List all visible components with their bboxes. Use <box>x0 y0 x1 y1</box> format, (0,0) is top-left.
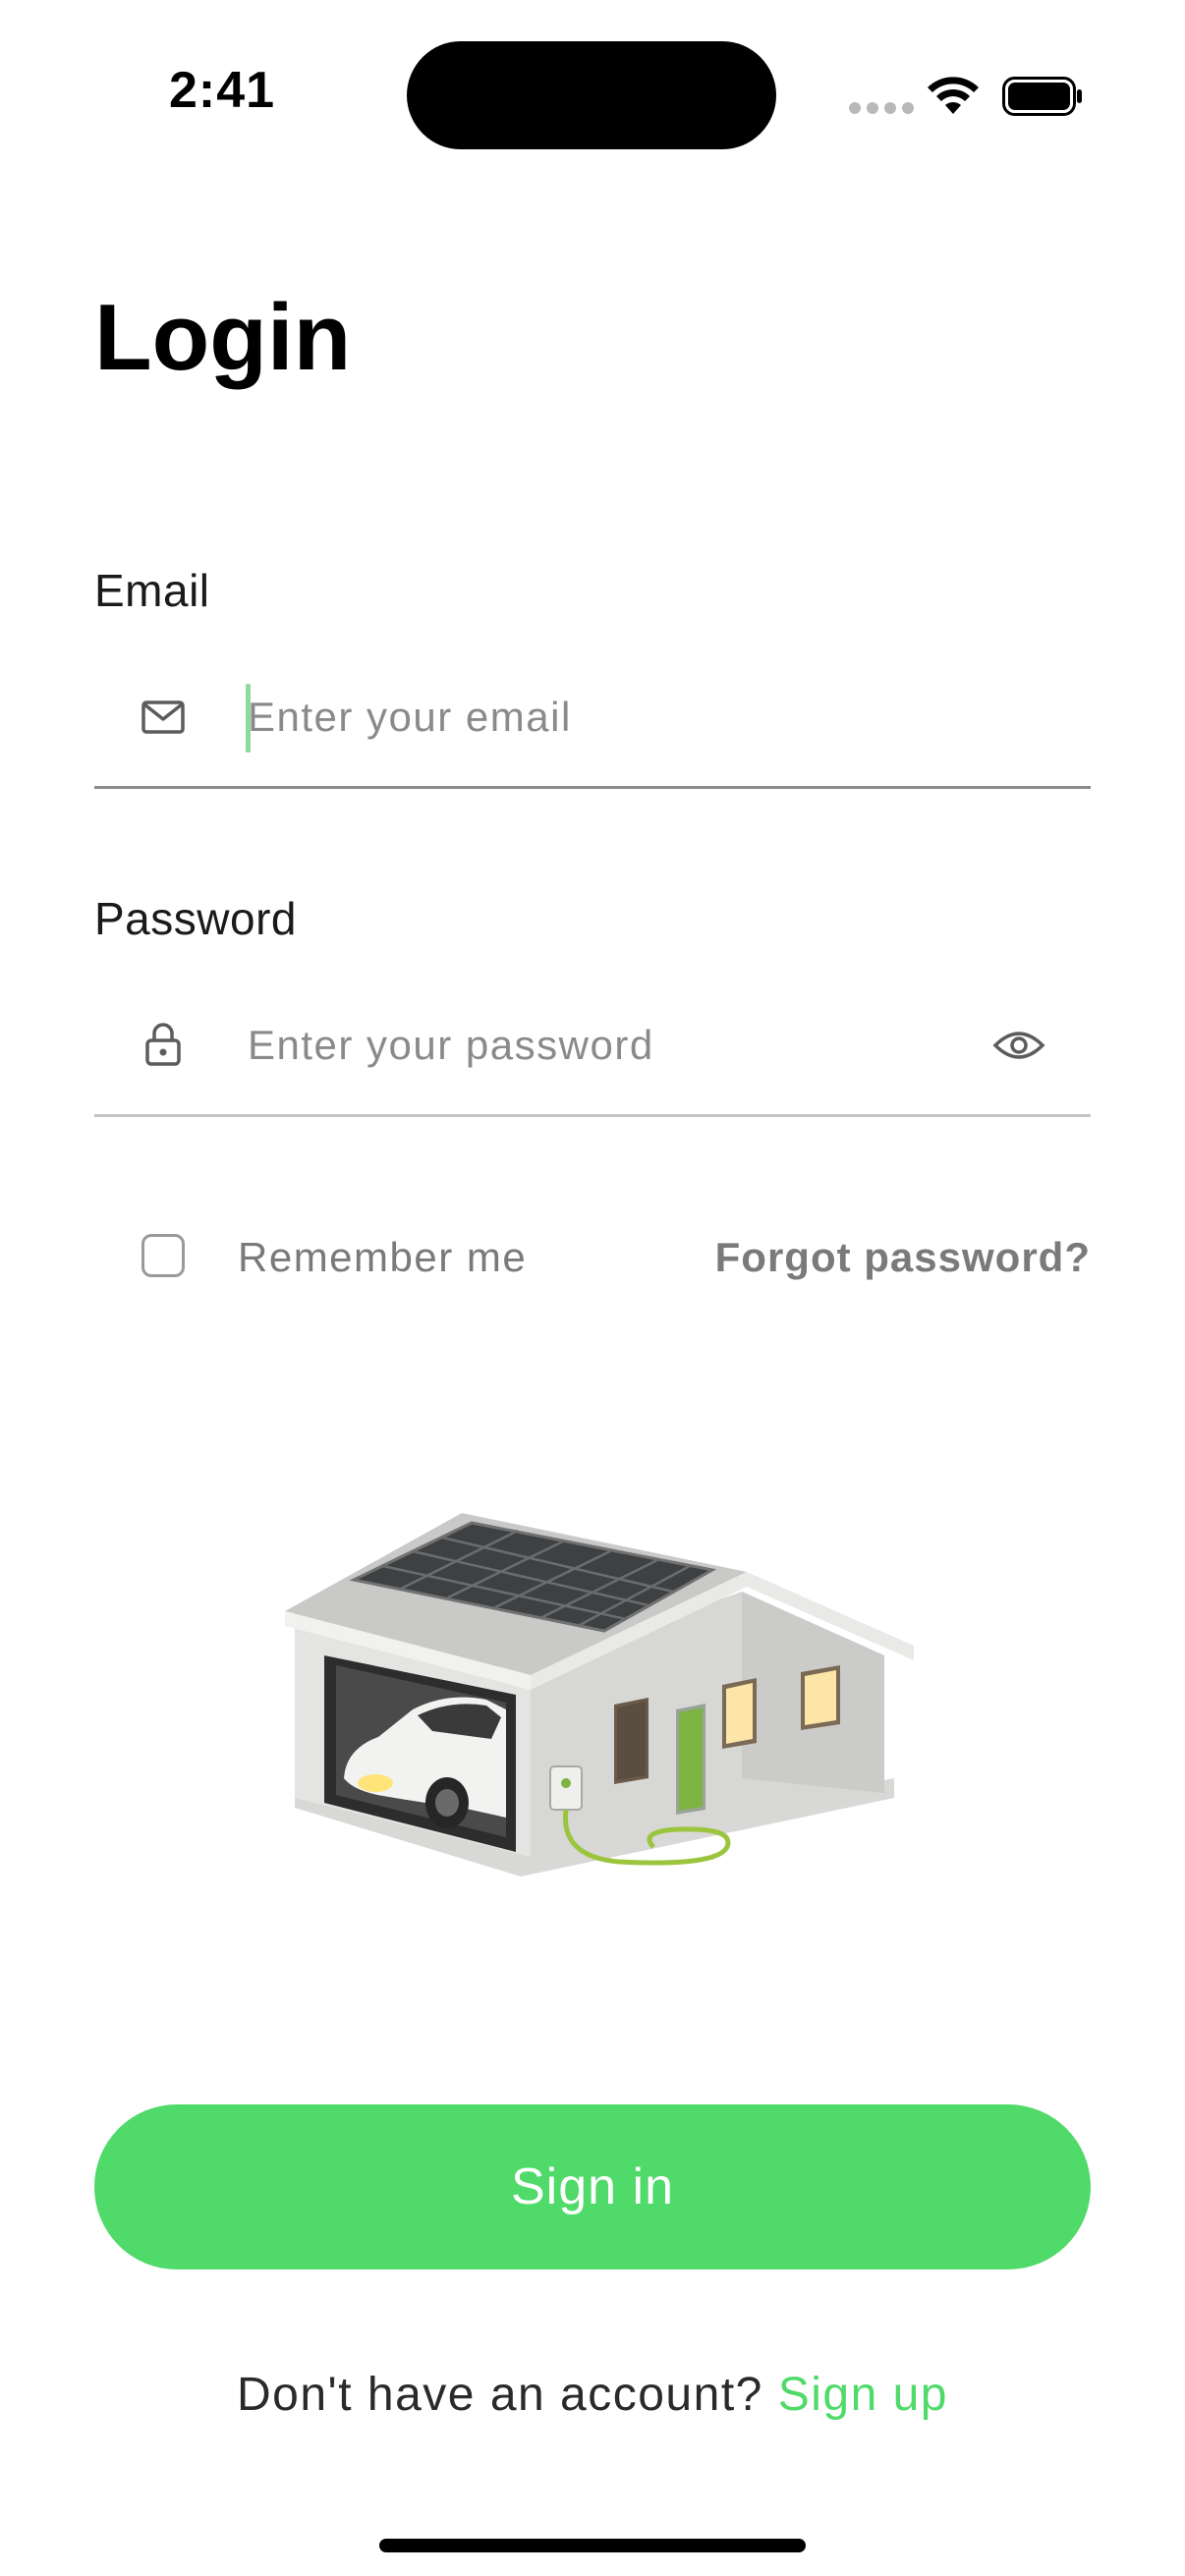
battery-icon <box>1002 77 1082 116</box>
mail-icon <box>141 700 185 734</box>
home-indicator <box>379 2539 806 2552</box>
remember-me-label[interactable]: Remember me <box>238 1234 527 1281</box>
password-label: Password <box>94 893 297 944</box>
lock-icon <box>145 1023 181 1066</box>
signup-prompt: Don't have an account? <box>237 2369 763 2421</box>
wifi-icon <box>928 77 979 114</box>
remember-me-checkbox[interactable] <box>141 1234 185 1277</box>
signup-row: Don't have an account? Sign up <box>0 2368 1185 2422</box>
sign-in-button[interactable]: Sign in <box>94 2104 1091 2269</box>
email-field[interactable] <box>94 648 1091 789</box>
email-label: Email <box>94 565 210 616</box>
page-title: Login <box>94 285 352 390</box>
solar-house-ev-charging-illustration <box>285 1513 914 1876</box>
email-input[interactable] <box>248 648 994 786</box>
dynamic-island <box>407 41 776 149</box>
eye-icon[interactable] <box>992 1026 1045 1065</box>
signal-dots-icon <box>849 102 914 114</box>
status-time: 2:41 <box>169 62 276 119</box>
password-field[interactable] <box>94 977 1091 1117</box>
login-screen: 2:41 Login Email Password <box>0 0 1185 2576</box>
sign-up-link[interactable]: Sign up <box>778 2369 948 2421</box>
password-input[interactable] <box>248 977 994 1114</box>
forgot-password-link[interactable]: Forgot password? <box>715 1234 1091 1281</box>
